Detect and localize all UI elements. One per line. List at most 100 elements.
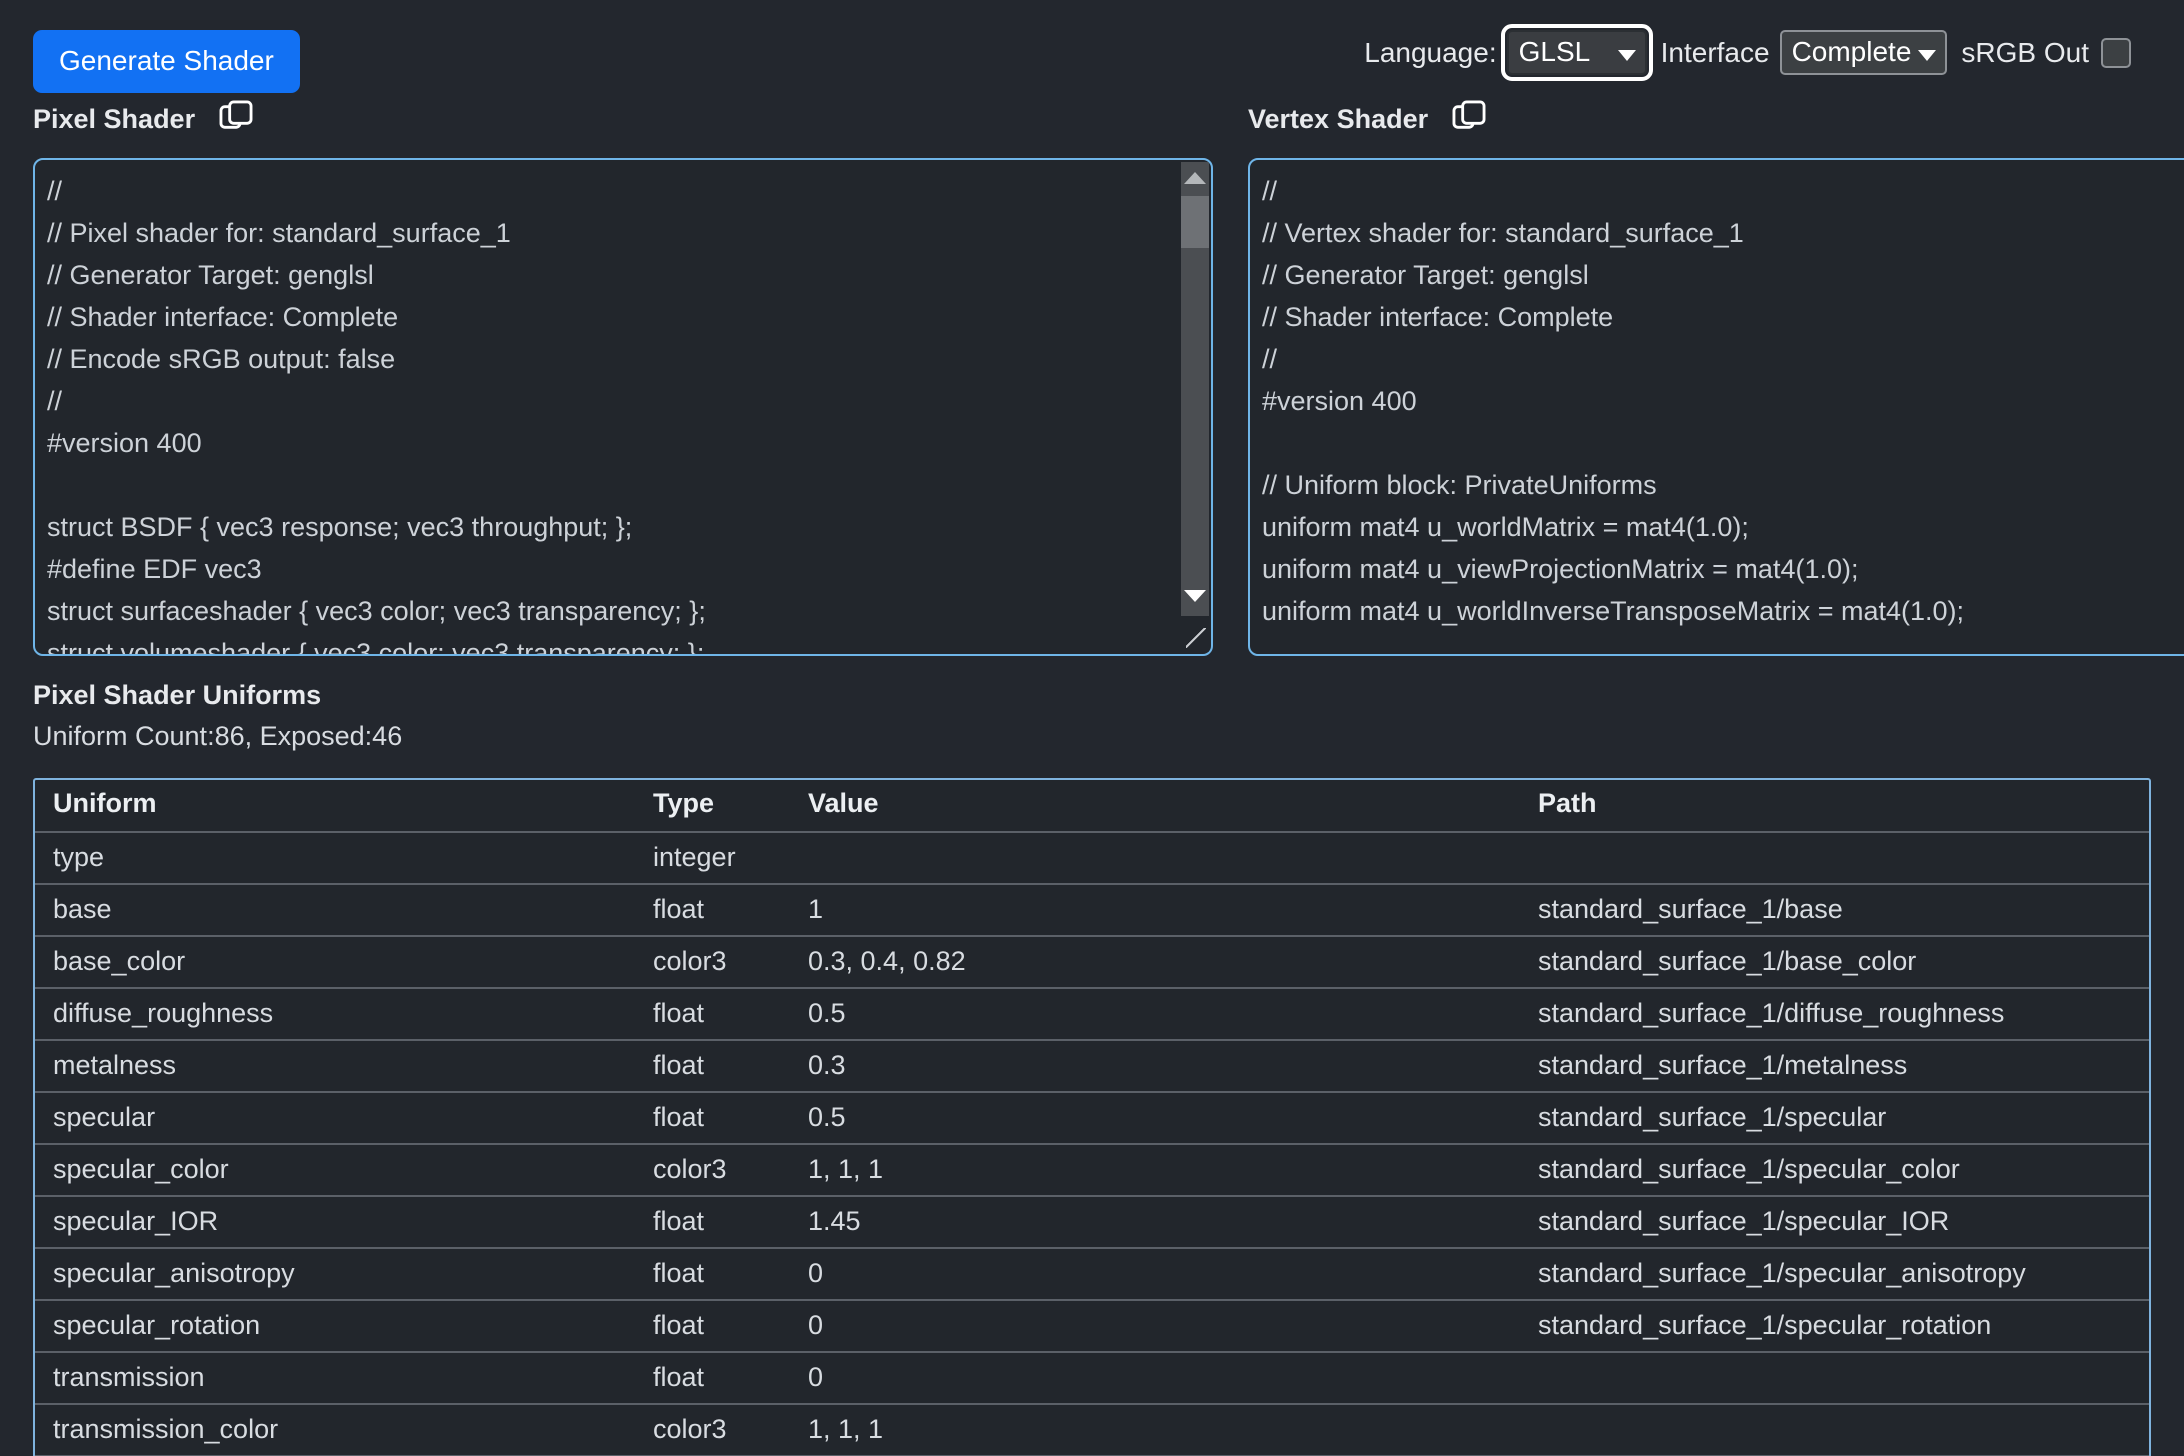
- pixel-shader-header: Pixel Shader: [33, 96, 1213, 142]
- uniforms-section: Pixel Shader Uniforms Uniform Count:86, …: [33, 680, 2151, 752]
- vertex-shader-editor[interactable]: // // Vertex shader for: standard_surfac…: [1248, 158, 2184, 656]
- cell-path: standard_surface_1/specular_IOR: [1520, 1196, 2149, 1249]
- cell-uniform: specular_rotation: [35, 1300, 635, 1353]
- cell-path: [1520, 1404, 2149, 1456]
- chevron-down-icon: [1918, 49, 1937, 61]
- cell-type: color3: [635, 936, 790, 989]
- table-row: specular_IOR float 1.45 standard_surface_1/…: [35, 1196, 2149, 1249]
- table-row: diffuse_roughness float 0.5 standard_surfac…: [35, 988, 2149, 1041]
- cell-uniform: specular_anisotropy: [35, 1248, 635, 1301]
- table-row: specular float 0.5 standard_surface_1/specu…: [35, 1092, 2149, 1145]
- pixel-shader-scrollbar[interactable]: [1181, 162, 1209, 652]
- cell-value: 1.45: [790, 1196, 1520, 1249]
- table-row: specular_rotation float 0 standard_surface_…: [35, 1300, 2149, 1353]
- vertex-shader-panel: Vertex Shader // // Vertex shader for: s…: [1248, 96, 2184, 656]
- interface-label: Interface: [1660, 36, 1770, 68]
- table-row: base float 1 standard_surface_1/base: [35, 884, 2149, 937]
- resize-handle[interactable]: [1181, 616, 1209, 652]
- cell-type: float: [635, 1092, 790, 1145]
- scrollbar-thumb[interactable]: [1181, 196, 1209, 248]
- shader-panels: Pixel Shader // // Pixel shader for: sta…: [33, 96, 2184, 656]
- srgb-out-label: sRGB Out: [1961, 36, 2089, 68]
- cell-uniform: specular_IOR: [35, 1196, 635, 1249]
- cell-type: color3: [635, 1404, 790, 1456]
- copy-icon[interactable]: [1450, 98, 1488, 141]
- table-row: type integer: [35, 832, 2149, 885]
- copy-icon[interactable]: [217, 98, 255, 141]
- cell-value: 0.5: [790, 988, 1520, 1041]
- cell-path: standard_surface_1/metalness: [1520, 1040, 2149, 1093]
- cell-value: 0: [790, 1248, 1520, 1301]
- cell-uniform: type: [35, 832, 635, 885]
- table-row: base_color color3 0.3, 0.4, 0.82 standard_s…: [35, 936, 2149, 989]
- cell-path: standard_surface_1/specular_color: [1520, 1144, 2149, 1197]
- cell-value: 0.3, 0.4, 0.82: [790, 936, 1520, 989]
- cell-uniform: diffuse_roughness: [35, 988, 635, 1041]
- cell-path: standard_surface_1/specular_rotation: [1520, 1300, 2149, 1353]
- uniforms-title: Pixel Shader Uniforms: [33, 680, 322, 710]
- uniforms-table: Uniform Type Value Path type integer base f…: [35, 780, 2149, 1456]
- cell-path: standard_surface_1/specular: [1520, 1092, 2149, 1145]
- cell-uniform: base: [35, 884, 635, 937]
- toolbar: Generate Shader Language: GLSL Interface…: [33, 0, 2151, 96]
- cell-type: color3: [635, 1144, 790, 1197]
- shader-options: Language: GLSL Interface Complete sRGB O…: [1364, 24, 2131, 81]
- uniforms-table-container: Uniform Type Value Path type integer base f…: [33, 778, 2151, 1456]
- cell-value: 1, 1, 1: [790, 1144, 1520, 1197]
- pixel-shader-title: Pixel Shader: [33, 103, 196, 134]
- cell-type: float: [635, 1352, 790, 1405]
- column-header-path: Path: [1520, 780, 2149, 833]
- table-row: specular_anisotropy float 0 standard_surfac…: [35, 1248, 2149, 1301]
- cell-value: 0: [790, 1300, 1520, 1353]
- cell-uniform: metalness: [35, 1040, 635, 1093]
- cell-value: 1: [790, 884, 1520, 937]
- column-header-uniform: Uniform: [35, 780, 635, 833]
- chevron-down-icon: [1617, 49, 1636, 61]
- scroll-down-arrow-icon[interactable]: [1181, 582, 1209, 610]
- cell-type: float: [635, 1040, 790, 1093]
- column-header-value: Value: [790, 780, 1520, 833]
- cell-path: [1520, 832, 2149, 885]
- srgb-out-checkbox[interactable]: [2101, 37, 2131, 68]
- cell-path: standard_surface_1/diffuse_roughness: [1520, 988, 2149, 1041]
- vertex-shader-code: // // Vertex shader for: standard_surfac…: [1262, 176, 1965, 626]
- language-label: Language:: [1364, 36, 1497, 68]
- vertex-shader-title: Vertex Shader: [1248, 103, 1429, 134]
- cell-path: [1520, 1352, 2149, 1405]
- language-select-value: GLSL: [1518, 36, 1591, 67]
- pixel-shader-code: // // Pixel shader for: standard_surface…: [47, 176, 706, 656]
- cell-uniform: specular_color: [35, 1144, 635, 1197]
- generate-shader-button[interactable]: Generate Shader: [33, 30, 300, 93]
- column-header-type: Type: [635, 780, 790, 833]
- table-header-row: Uniform Type Value Path: [35, 780, 2149, 833]
- cell-path: standard_surface_1/base: [1520, 884, 2149, 937]
- cell-value: [790, 832, 1520, 885]
- cell-value: 0: [790, 1352, 1520, 1405]
- cell-uniform: transmission: [35, 1352, 635, 1405]
- cell-value: 0.3: [790, 1040, 1520, 1093]
- cell-type: float: [635, 1300, 790, 1353]
- table-row: transmission float 0: [35, 1352, 2149, 1405]
- cell-type: float: [635, 988, 790, 1041]
- cell-uniform: specular: [35, 1092, 635, 1145]
- cell-uniform: base_color: [35, 936, 635, 989]
- scroll-up-arrow-icon[interactable]: [1181, 164, 1209, 192]
- cell-path: standard_surface_1/base_color: [1520, 936, 2149, 989]
- table-row: metalness float 0.3 standard_surface_1/meta…: [35, 1040, 2149, 1093]
- interface-select[interactable]: Complete: [1779, 30, 1948, 75]
- cell-value: 0.5: [790, 1092, 1520, 1145]
- cell-uniform: transmission_color: [35, 1404, 635, 1456]
- cell-type: float: [635, 884, 790, 937]
- cell-path: standard_surface_1/specular_anisotropy: [1520, 1248, 2149, 1301]
- cell-type: float: [635, 1196, 790, 1249]
- language-select[interactable]: GLSL: [1500, 24, 1653, 81]
- cell-value: 1, 1, 1: [790, 1404, 1520, 1456]
- cell-type: integer: [635, 832, 790, 885]
- table-row: transmission_color color3 1, 1, 1: [35, 1404, 2149, 1456]
- uniforms-count: Uniform Count:86, Exposed:46: [33, 721, 403, 751]
- app-root: Generate Shader Language: GLSL Interface…: [0, 0, 2184, 1456]
- interface-select-value: Complete: [1791, 36, 1912, 67]
- table-row: specular_color color3 1, 1, 1 standard_surf…: [35, 1144, 2149, 1197]
- cell-type: float: [635, 1248, 790, 1301]
- pixel-shader-editor[interactable]: // // Pixel shader for: standard_surface…: [33, 158, 1213, 656]
